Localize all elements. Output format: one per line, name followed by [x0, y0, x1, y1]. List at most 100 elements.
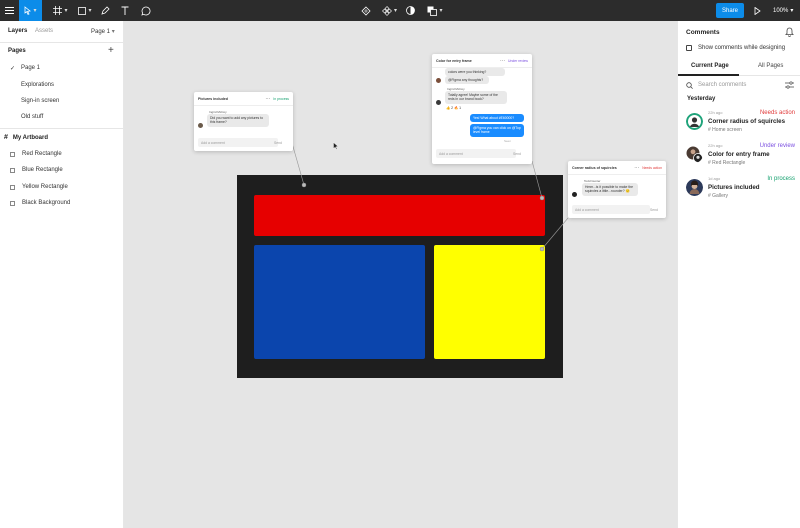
comment-search[interactable]: Search comments — [686, 81, 794, 89]
layer-label: Blue Rectangle — [22, 167, 63, 173]
avatar — [572, 192, 577, 197]
more-icon[interactable]: ··· — [500, 58, 505, 64]
frame-tool-button[interactable]: ▾ — [49, 0, 72, 21]
status-badge: In process — [767, 176, 795, 182]
comment-input[interactable]: Add a comment — [572, 205, 650, 214]
layer-black-background[interactable]: Black Background — [10, 200, 70, 206]
comment-location: # Red Rectangle — [708, 160, 745, 166]
comment-location-label: Gallery — [712, 193, 729, 199]
bell-icon[interactable] — [785, 27, 794, 37]
share-button[interactable]: Share — [716, 3, 744, 18]
comment-location: # Home screen — [708, 127, 742, 133]
check-icon: ✓ — [10, 66, 16, 72]
main-menu-button[interactable] — [0, 0, 19, 21]
more-icon[interactable]: ··· — [634, 165, 639, 171]
comment-bubble-own: @Figma you can click on @Top level frame — [470, 124, 524, 137]
layer-my-artboard[interactable]: # My Artboard — [4, 134, 48, 141]
rectangle-icon — [10, 167, 15, 173]
toolbar: ▾ ▾ ▾ ▾ ▾ Share 100% ▾ — [0, 0, 800, 21]
layer-yellow-rectangle[interactable]: Yellow Rectangle — [10, 184, 68, 190]
canvas[interactable]: Pictures included ··· In process Ingrid … — [124, 21, 677, 528]
tab-all-pages[interactable]: All Pages — [758, 63, 783, 69]
send-button[interactable]: Send — [274, 141, 282, 145]
artboard-label: My Artboard — [12, 134, 49, 141]
send-button[interactable]: Send — [513, 152, 521, 156]
chevron-down-icon: ▾ — [33, 8, 37, 14]
avatar — [686, 179, 703, 196]
thread-header: Corner radius of squircles ··· Needs act… — [568, 161, 666, 175]
menu-icon — [5, 7, 14, 14]
more-icon[interactable]: ··· — [265, 96, 270, 102]
pen-tool-button[interactable] — [99, 0, 111, 21]
tab-current-page[interactable]: Current Page — [691, 63, 729, 69]
frame-icon — [53, 6, 63, 15]
rectangle-icon — [10, 184, 15, 190]
artboard-my-artboard[interactable] — [237, 175, 563, 378]
thread-header: Color for entry frame ··· Under review — [432, 54, 532, 68]
present-button[interactable] — [752, 0, 762, 21]
filter-icon[interactable] — [785, 81, 794, 89]
red-rectangle[interactable] — [254, 195, 545, 236]
comment-title: Color for entry frame — [708, 151, 770, 158]
text-tool-button[interactable] — [119, 0, 131, 21]
comment-bubble-own: Yes! What about #E60000? — [470, 114, 524, 123]
comment-location-label: Home screen — [712, 127, 742, 133]
comment-time: 22h ago — [708, 143, 723, 148]
boolean-ops-button[interactable]: ▾ — [425, 0, 445, 21]
play-icon — [754, 6, 761, 15]
comments-tabs: Current Page All Pages — [678, 58, 800, 76]
comment-item[interactable]: 22h ago Under review Color for entry fra… — [685, 143, 795, 171]
yellow-rectangle[interactable] — [434, 245, 545, 359]
zoom-menu[interactable]: 100% ▾ — [773, 0, 793, 21]
thread-title: Pictures included — [198, 96, 228, 101]
instance-menu-button[interactable]: ▾ — [380, 0, 399, 21]
comment-input[interactable]: Add a comment — [198, 138, 278, 147]
comment-location: # Gallery — [708, 193, 728, 199]
page-item-explorations[interactable]: Explorations — [21, 82, 54, 88]
avatar — [686, 113, 703, 130]
comment-bubble: Hmm...is it possible to make the squircl… — [582, 183, 638, 196]
page-item-old-stuff[interactable]: Old stuff — [21, 114, 43, 120]
create-component-button[interactable] — [359, 0, 372, 21]
divider — [0, 128, 124, 129]
move-tool-button[interactable]: ▾ — [19, 0, 42, 21]
layer-red-rectangle[interactable]: Red Rectangle — [10, 151, 62, 157]
frame-icon: # — [4, 134, 8, 141]
page-select[interactable]: Page 1 ▾ — [91, 28, 115, 35]
layer-blue-rectangle[interactable]: Blue Rectangle — [10, 167, 63, 173]
status-badge[interactable]: Needs action — [642, 166, 662, 170]
blue-rectangle[interactable] — [254, 245, 425, 359]
status-badge[interactable]: Under review — [508, 59, 528, 63]
comment-bubble: Totally agree! Maybe some of the reds in… — [445, 91, 507, 104]
pages-heading: Pages — [8, 48, 26, 54]
tab-layers[interactable]: Layers — [8, 28, 27, 34]
status-badge[interactable]: In process — [273, 97, 289, 101]
rectangle-icon — [10, 200, 15, 206]
zoom-level: 100% — [773, 7, 789, 14]
show-comments-toggle[interactable]: Show comments while designing — [686, 45, 785, 51]
reactions[interactable]: 👍 2 🔥 1 — [446, 106, 461, 110]
search-input[interactable]: Search comments — [698, 82, 746, 88]
chevron-down-icon: ▾ — [64, 8, 68, 14]
comment-tool-button[interactable] — [139, 0, 152, 21]
comment-input[interactable]: Add a comment — [436, 149, 516, 158]
shape-tool-button[interactable]: ▾ — [75, 0, 95, 21]
comments-title: Comments — [686, 29, 720, 36]
move-icon — [25, 6, 32, 15]
checkbox[interactable] — [686, 45, 692, 51]
add-page-icon[interactable]: + — [108, 45, 114, 56]
search-icon — [686, 81, 693, 89]
comment-thread-color-entry-frame[interactable]: Color for entry frame ··· Under review c… — [432, 54, 532, 164]
page-item-page-1[interactable]: Page 1 — [21, 65, 40, 71]
comment-thread-pictures-included[interactable]: Pictures included ··· In process Ingrid … — [194, 92, 293, 151]
contrast-button[interactable] — [404, 0, 416, 21]
tab-assets[interactable]: Assets — [35, 28, 53, 34]
page-item-sign-in-screen[interactable]: Sign-in screen — [21, 98, 59, 104]
comment-time: 1d ago — [708, 176, 721, 181]
comment-item[interactable]: 22h ago Needs action Corner radius of sq… — [685, 110, 795, 138]
comment-thread-corner-radius[interactable]: Corner radius of squircles ··· Needs act… — [568, 161, 666, 218]
send-button[interactable]: Send — [650, 208, 658, 212]
chevron-down-icon: ▾ — [111, 29, 115, 35]
comment-location-label: Red Rectangle — [712, 160, 746, 166]
comment-item[interactable]: 1d ago In process Pictures included # Ga… — [685, 176, 795, 204]
